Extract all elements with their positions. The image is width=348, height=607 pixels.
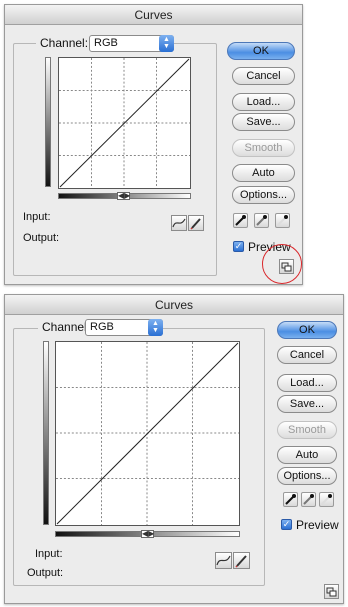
input-label: Input: bbox=[23, 211, 51, 223]
save-button[interactable]: Save... bbox=[232, 113, 295, 131]
auto-button[interactable]: Auto bbox=[232, 164, 295, 182]
chevron-updown-icon: ▲ ▼ bbox=[159, 35, 174, 52]
dialog-title: Curves bbox=[5, 5, 302, 25]
white-eyedropper-icon[interactable] bbox=[319, 492, 334, 507]
output-label: Output: bbox=[23, 232, 60, 244]
cancel-button[interactable]: Cancel bbox=[277, 346, 337, 364]
curve-tool-icon[interactable] bbox=[171, 215, 187, 231]
cancel-button[interactable]: Cancel bbox=[232, 67, 295, 85]
preview-checkbox[interactable]: ✓ bbox=[233, 241, 244, 252]
options-button[interactable]: Options... bbox=[277, 467, 337, 485]
black-eyedropper-icon[interactable] bbox=[233, 213, 248, 228]
gray-eyedropper-icon[interactable] bbox=[301, 492, 316, 507]
load-button[interactable]: Load... bbox=[277, 374, 337, 392]
highlight-ring bbox=[262, 244, 302, 284]
channel-value: RGB bbox=[90, 321, 114, 333]
dialog-title: Curves bbox=[5, 295, 343, 315]
channel-select[interactable]: RGB ▲ ▼ bbox=[85, 319, 163, 336]
preview-label: Preview bbox=[296, 518, 339, 532]
gradient-toggle-slider[interactable]: ◀▶ bbox=[117, 192, 130, 200]
smooth-button: Smooth bbox=[232, 139, 295, 157]
pencil-icon[interactable] bbox=[233, 552, 250, 569]
auto-button[interactable]: Auto bbox=[277, 446, 337, 464]
expand-view-icon[interactable] bbox=[324, 584, 339, 599]
save-button[interactable]: Save... bbox=[277, 395, 337, 413]
channel-value: RGB bbox=[94, 37, 118, 49]
curve-graph[interactable] bbox=[58, 57, 191, 189]
curve-graph[interactable] bbox=[55, 341, 240, 526]
preview-checkbox[interactable]: ✓ bbox=[281, 519, 292, 530]
smooth-button: Smooth bbox=[277, 421, 337, 439]
options-button[interactable]: Options... bbox=[232, 186, 295, 204]
input-label: Input: bbox=[35, 548, 63, 560]
ok-button[interactable]: OK bbox=[227, 42, 295, 60]
curves-dialog-large: Curves Channel: RGB ▲ ▼ ◀▶ Input: Output:… bbox=[4, 294, 344, 604]
gradient-toggle-slider[interactable]: ◀▶ bbox=[141, 530, 154, 538]
output-gradient-bar bbox=[43, 341, 49, 525]
channel-label: Channel: bbox=[36, 36, 93, 50]
white-eyedropper-icon[interactable] bbox=[275, 213, 290, 228]
curve-tool-icon[interactable] bbox=[215, 552, 232, 569]
output-gradient-bar bbox=[45, 57, 51, 187]
channel-select[interactable]: RGB ▲ ▼ bbox=[89, 35, 174, 52]
load-button[interactable]: Load... bbox=[232, 93, 295, 111]
ok-button[interactable]: OK bbox=[277, 321, 337, 339]
output-label: Output: bbox=[27, 567, 64, 579]
gray-eyedropper-icon[interactable] bbox=[254, 213, 269, 228]
curves-dialog-small: Curves Channel: RGB ▲ ▼ ◀▶ Input: Output:… bbox=[4, 4, 303, 285]
black-eyedropper-icon[interactable] bbox=[283, 492, 298, 507]
pencil-icon[interactable] bbox=[188, 215, 204, 231]
chevron-updown-icon: ▲ ▼ bbox=[148, 319, 163, 336]
